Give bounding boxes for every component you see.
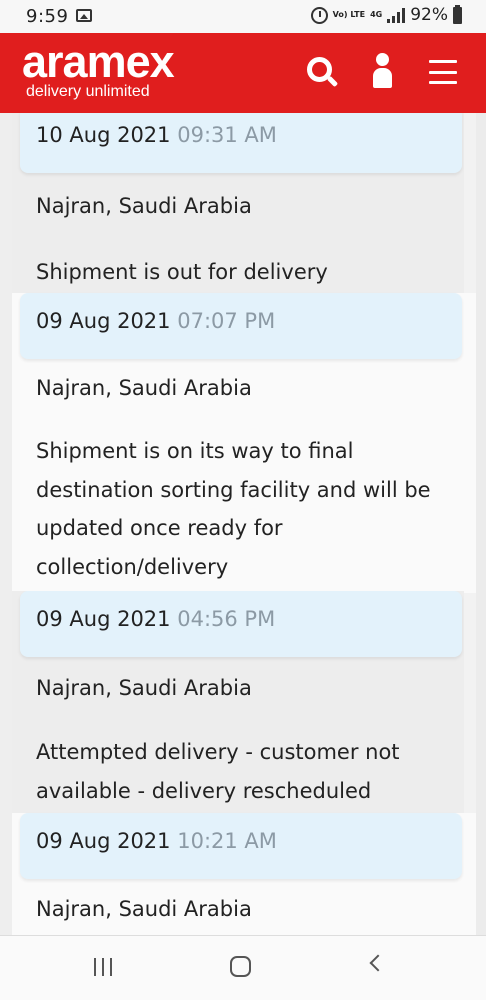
- entry-description: Attempted delivery - customer not availa…: [36, 733, 456, 810]
- network-indicator: 4G: [370, 10, 383, 19]
- entry-description-line: available - delivery rescheduled: [36, 778, 372, 803]
- left-gutter: [0, 113, 12, 935]
- entry-date-bar: 09 Aug 2021 04:56 PM: [20, 591, 462, 657]
- recents-icon[interactable]: [94, 958, 112, 976]
- menu-icon[interactable]: [429, 60, 457, 84]
- status-icons: Vo) LTE 4G 92%: [310, 4, 462, 25]
- entry-description-line: Shipment is on its way to final: [36, 439, 354, 463]
- entry-date-bar: 10 Aug 2021 09:31 AM: [20, 113, 462, 173]
- volte-indicator: Vo) LTE: [332, 10, 366, 19]
- entry-time: 07:07 PM: [177, 309, 276, 333]
- entry-date: 10 Aug 2021: [36, 123, 171, 147]
- system-nav-bar: [0, 935, 486, 1000]
- right-gutter: [476, 113, 486, 935]
- entry-location: Najran, Saudi Arabia: [36, 376, 252, 400]
- entry-time: 10:21 AM: [177, 829, 277, 853]
- entry-description: Shipment is out for delivery: [36, 260, 328, 284]
- entry-description-line: destination sorting facility and will be: [36, 477, 431, 502]
- signal-icon: [387, 7, 406, 23]
- entry-description-line: updated once ready for: [36, 516, 283, 540]
- entry-time: 04:56 PM: [177, 607, 276, 631]
- tracking-timeline[interactable]: 10 Aug 2021 09:31 AM Najran, Saudi Arabi…: [0, 113, 486, 935]
- app-header: aramex delivery unlimited: [0, 33, 486, 113]
- battery-icon: [453, 4, 462, 24]
- entry-datetime: 10 Aug 2021 09:31 AM: [36, 123, 277, 147]
- entry-location: Najran, Saudi Arabia: [36, 897, 252, 921]
- status-bar: 9:59 Vo) LTE 4G 92%: [0, 0, 486, 33]
- alarm-icon: [310, 6, 328, 24]
- back-icon[interactable]: [369, 954, 387, 972]
- entry-date: 09 Aug 2021: [36, 607, 171, 631]
- entry-date: 09 Aug 2021: [36, 309, 171, 333]
- entry-date-bar: 09 Aug 2021 07:07 PM: [20, 293, 462, 359]
- entry-location: Najran, Saudi Arabia: [36, 194, 252, 218]
- logo-tagline: delivery unlimited: [26, 83, 150, 100]
- gallery-icon: [76, 9, 92, 22]
- entry-location: Najran, Saudi Arabia: [36, 676, 252, 700]
- entry-description-line: collection/delivery: [36, 554, 229, 579]
- entry-time: 09:31 AM: [177, 123, 277, 147]
- entry-description-line: Attempted delivery - customer not: [36, 740, 400, 764]
- user-icon[interactable]: [370, 53, 396, 91]
- entry-datetime: 09 Aug 2021 07:07 PM: [36, 309, 275, 333]
- entry-datetime: 09 Aug 2021 04:56 PM: [36, 607, 275, 631]
- home-icon[interactable]: [230, 956, 251, 977]
- entry-datetime: 09 Aug 2021 10:21 AM: [36, 829, 277, 853]
- entry-date: 09 Aug 2021: [36, 829, 171, 853]
- search-icon[interactable]: [305, 55, 339, 89]
- entry-date-bar: 09 Aug 2021 10:21 AM: [20, 813, 462, 879]
- aramex-logo[interactable]: aramex: [22, 37, 175, 87]
- status-time: 9:59: [26, 6, 69, 27]
- battery-percent: 92%: [410, 5, 448, 25]
- entry-description: Shipment is on its way to final destinat…: [36, 432, 456, 586]
